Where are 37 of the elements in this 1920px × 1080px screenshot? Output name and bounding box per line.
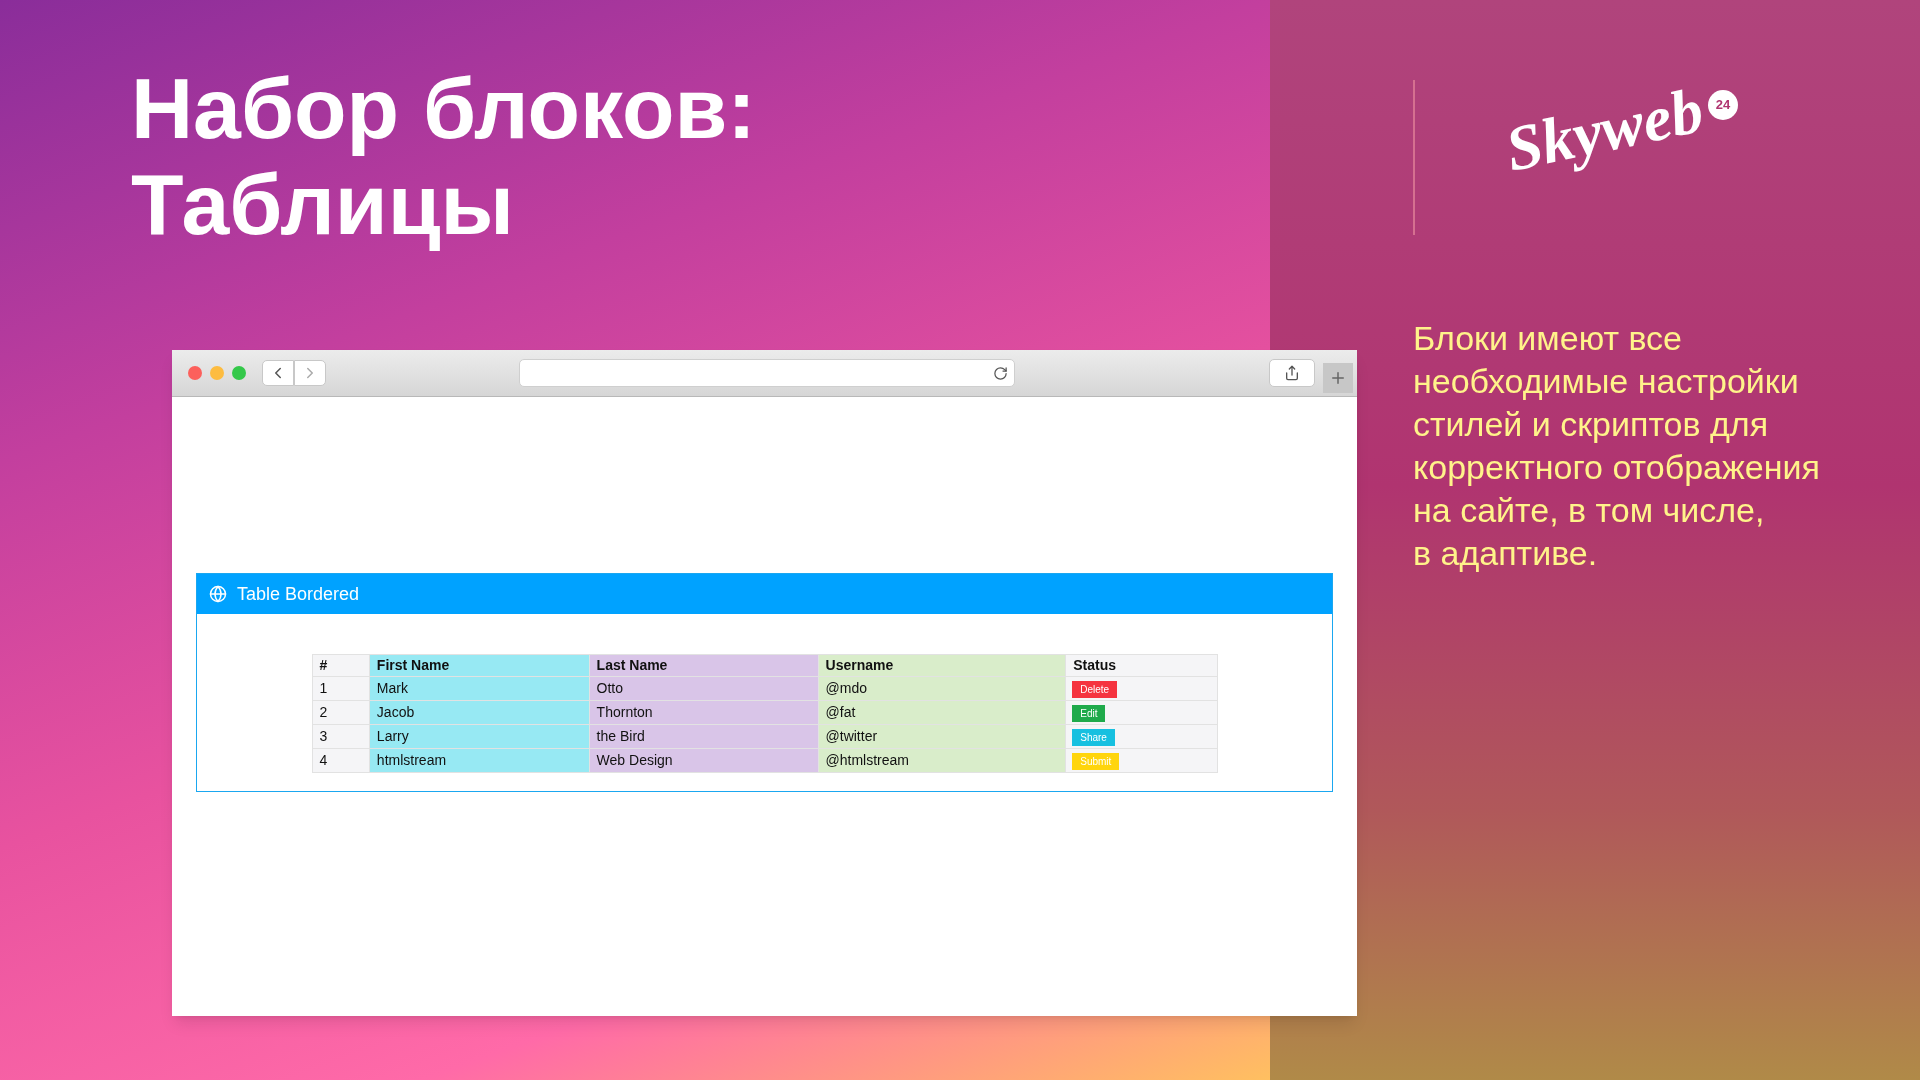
plus-icon bbox=[1329, 369, 1347, 387]
share-icon bbox=[1284, 365, 1300, 381]
reload-icon bbox=[993, 365, 1008, 381]
table-cell: Thornton bbox=[589, 700, 819, 725]
table-cell: 1 bbox=[312, 676, 370, 701]
table-cell: 3 bbox=[312, 724, 370, 749]
address-bar[interactable] bbox=[519, 359, 1015, 387]
table-cell: @mdo bbox=[818, 676, 1066, 701]
status-button[interactable]: Share bbox=[1072, 728, 1115, 746]
table-cell: Larry bbox=[369, 724, 590, 749]
status-button[interactable]: Edit bbox=[1072, 704, 1106, 722]
table-cell: @htmlstream bbox=[818, 748, 1066, 773]
column-header: # bbox=[312, 654, 370, 677]
table-cell: 2 bbox=[312, 700, 370, 725]
table-cell: 4 bbox=[312, 748, 370, 773]
description-text: Блоки имеют все необходимые настройки стилей и скриптов для корректного отображения на сайте, в том числе, в адаптиве. bbox=[1413, 318, 1820, 574]
table-cell: Jacob bbox=[369, 700, 590, 725]
panel-title: Table Bordered bbox=[237, 582, 360, 606]
column-header: First Name bbox=[369, 654, 590, 677]
status-button[interactable]: Delete bbox=[1072, 680, 1118, 698]
table-cell: Mark bbox=[369, 676, 590, 701]
globe-icon bbox=[209, 585, 227, 603]
table-cell: @twitter bbox=[818, 724, 1066, 749]
table-cell: the Bird bbox=[589, 724, 819, 749]
column-header: Last Name bbox=[589, 654, 819, 677]
column-header: Status bbox=[1065, 654, 1217, 677]
table-cell: htmlstream bbox=[369, 748, 590, 773]
table-cell: @fat bbox=[818, 700, 1066, 725]
forward-button[interactable] bbox=[294, 360, 326, 386]
share-button[interactable] bbox=[1269, 359, 1315, 387]
logo-wordmark: Skyweb bbox=[1498, 73, 1711, 187]
new-tab-button[interactable] bbox=[1323, 363, 1353, 393]
back-button[interactable] bbox=[262, 360, 294, 386]
column-header: Username bbox=[818, 654, 1066, 677]
table-cell: Web Design bbox=[589, 748, 819, 773]
table-cell: Otto bbox=[589, 676, 819, 701]
slide-title: Набор блоков: Таблицы bbox=[131, 60, 757, 252]
